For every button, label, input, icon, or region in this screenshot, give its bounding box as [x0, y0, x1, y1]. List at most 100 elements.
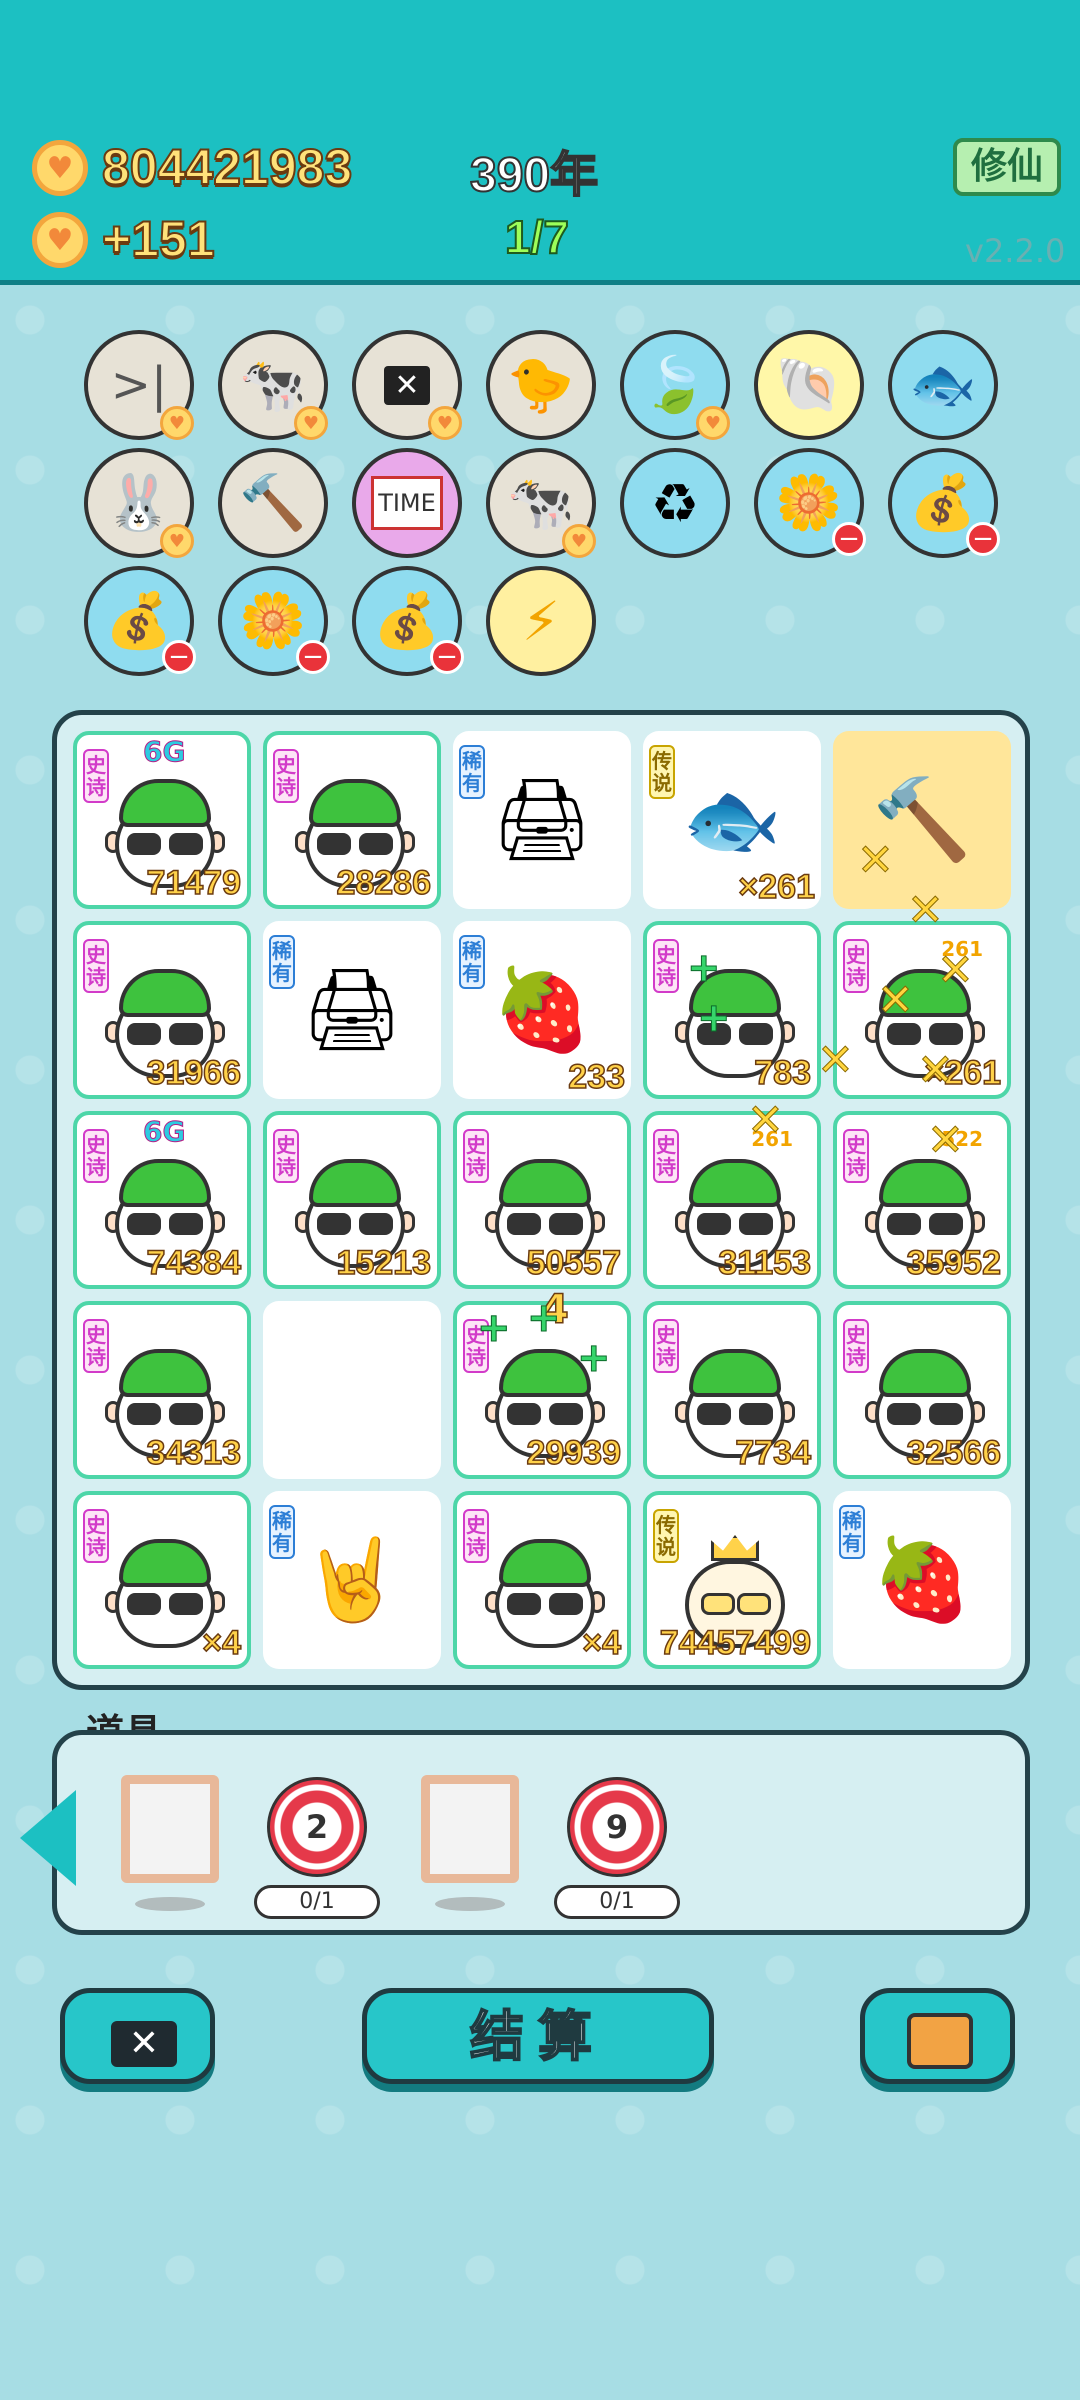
heart-badge-icon: ♥: [696, 406, 730, 440]
money-bag-icon[interactable]: 💰 −: [84, 566, 196, 676]
sparkle-effect: ✕: [877, 975, 915, 1027]
coin-income-rate: +151: [101, 210, 216, 268]
board-cell[interactable]: 稀有 🖨: [263, 921, 441, 1099]
scroll-left-arrow-icon[interactable]: [20, 1790, 76, 1886]
board-cell[interactable]: 史诗 50557: [453, 1111, 631, 1289]
skip-icon[interactable]: >| ♥: [84, 330, 194, 440]
board-cell[interactable]: 史诗 28286: [263, 731, 441, 909]
plus-effect: +: [697, 995, 732, 1042]
game-year: 390年: [469, 148, 599, 203]
inventory-button[interactable]: [860, 1988, 1015, 2084]
board-cell[interactable]: 史诗 32566: [833, 1301, 1011, 1479]
picture-frame-item[interactable]: [421, 1775, 519, 1883]
board-cell[interactable]: 稀有 🤘: [263, 1491, 441, 1669]
usage-counter: 0/1: [554, 1885, 680, 1919]
cell-value: 35952: [906, 1243, 1002, 1283]
rarity-tag: 史诗: [83, 749, 109, 803]
rarity-tag: 传说: [653, 1509, 679, 1563]
rarity-tag: 史诗: [843, 939, 869, 993]
board-cell[interactable]: 稀有 🍓: [833, 1491, 1011, 1669]
level-badge: 6G: [142, 735, 186, 769]
board-cell[interactable]: 史诗 31966: [73, 921, 251, 1099]
board-cell[interactable]: 史诗 6G 74384: [73, 1111, 251, 1289]
sparkle-effect: ✕: [937, 945, 975, 997]
plus-effect: +: [577, 1335, 612, 1382]
cow-twins-icon[interactable]: 🐄 ♥: [218, 330, 328, 440]
hammer-icon[interactable]: 🔨: [218, 448, 328, 558]
cow-twins-icon[interactable]: 🐄 ♥: [486, 448, 596, 558]
board-cell[interactable]: 史诗 34313: [73, 1301, 251, 1479]
rarity-tag: 史诗: [843, 1319, 869, 1373]
rarity-tag: 史诗: [463, 1509, 489, 1563]
delete-tag-icon[interactable]: ✕ ♥: [352, 330, 462, 440]
plus-effect: +: [527, 1295, 562, 1342]
board-cell[interactable]: 史诗 522 35952: [833, 1111, 1011, 1289]
board-cell[interactable]: 传说 74457499: [643, 1491, 821, 1669]
delete-tag-icon: ✕: [111, 2021, 177, 2067]
potted-flower-icon[interactable]: 🌼 −: [218, 566, 330, 676]
cell-value: ×4: [201, 1623, 241, 1663]
board-cell[interactable]: [263, 1301, 441, 1479]
money-bag-icon[interactable]: 💰 −: [352, 566, 464, 676]
sparkle-effect: ✕: [817, 1035, 855, 1087]
xiuxian-button[interactable]: 修仙: [953, 138, 1061, 196]
leaf-icon[interactable]: 🍃 ♥: [620, 330, 730, 440]
rarity-tag: 史诗: [653, 939, 679, 993]
round-progress: 1/7: [504, 210, 570, 264]
item-shadow: [135, 1897, 205, 1911]
cell-value: 783: [754, 1053, 812, 1093]
minus-badge-icon: −: [296, 640, 330, 674]
cell-value: 74384: [146, 1243, 242, 1283]
board-cell[interactable]: 史诗 6G 71479: [73, 731, 251, 909]
target-item[interactable]: 9: [567, 1777, 667, 1877]
cell-value: ×261: [738, 867, 816, 907]
cell-value: 71479: [146, 863, 242, 903]
board-cell[interactable]: 史诗 783: [643, 921, 821, 1099]
sparkle-effect: ✕: [927, 1115, 965, 1167]
cell-value: 31966: [146, 1053, 242, 1093]
picture-frame-item[interactable]: [121, 1775, 219, 1883]
gold-coin-icon: ♥: [32, 212, 88, 268]
time-magazine-icon[interactable]: TIME: [352, 448, 462, 558]
usage-counter: 0/1: [254, 1885, 380, 1919]
settle-button[interactable]: 结算: [362, 1988, 714, 2084]
target-item[interactable]: 2: [267, 1777, 367, 1877]
cell-value: 32566: [906, 1433, 1002, 1473]
board-cell[interactable]: 史诗 7734: [643, 1301, 821, 1479]
plus-effect: +: [477, 1305, 512, 1352]
heart-badge-icon: ♥: [562, 524, 596, 558]
board-cell[interactable]: 史诗 15213: [263, 1111, 441, 1289]
shell-icon[interactable]: 🐚: [754, 330, 864, 440]
lightning-icon[interactable]: ⚡: [486, 566, 596, 676]
item-shadow: [435, 1897, 505, 1911]
cell-value: 7734: [735, 1433, 812, 1473]
board-cell[interactable]: 史诗 261 31153: [643, 1111, 821, 1289]
cell-value: 34313: [146, 1433, 242, 1473]
rarity-tag: 史诗: [843, 1129, 869, 1183]
cell-value: 31153: [718, 1243, 812, 1283]
money-bag-icon[interactable]: 💰 −: [888, 448, 1000, 558]
rarity-tag: 史诗: [273, 1129, 299, 1183]
rarity-tag: 史诗: [463, 1129, 489, 1183]
coin-total: 804421983: [101, 138, 353, 196]
rarity-tag: 史诗: [83, 939, 109, 993]
chick-egg-icon[interactable]: 🐤: [486, 330, 596, 440]
board-cell[interactable]: 稀有 🍓 233: [453, 921, 631, 1099]
potted-flower-icon[interactable]: 🌼 −: [754, 448, 866, 558]
board-cell[interactable]: 史诗 ×4: [453, 1491, 631, 1669]
rabbit-icon[interactable]: 🐰 ♥: [84, 448, 194, 558]
settle-label: 结算: [469, 2004, 606, 2069]
minus-badge-icon: −: [162, 640, 196, 674]
target-count: 2: [305, 1808, 329, 1846]
recycle-bag-icon[interactable]: ♻: [620, 448, 730, 558]
fishbowl-icon[interactable]: 🐟: [888, 330, 998, 440]
cell-value: 74457499: [659, 1623, 812, 1663]
delete-button[interactable]: ✕: [60, 1988, 215, 2084]
board-cell[interactable]: 史诗 ×4: [73, 1491, 251, 1669]
briefcase-icon: [907, 2013, 973, 2069]
cell-value: 50557: [526, 1243, 622, 1283]
minus-badge-icon: −: [430, 640, 464, 674]
board-cell[interactable]: 传说 🐟 ×261: [643, 731, 821, 909]
board-cell[interactable]: 稀有 🖨: [453, 731, 631, 909]
rarity-tag: 史诗: [273, 749, 299, 803]
